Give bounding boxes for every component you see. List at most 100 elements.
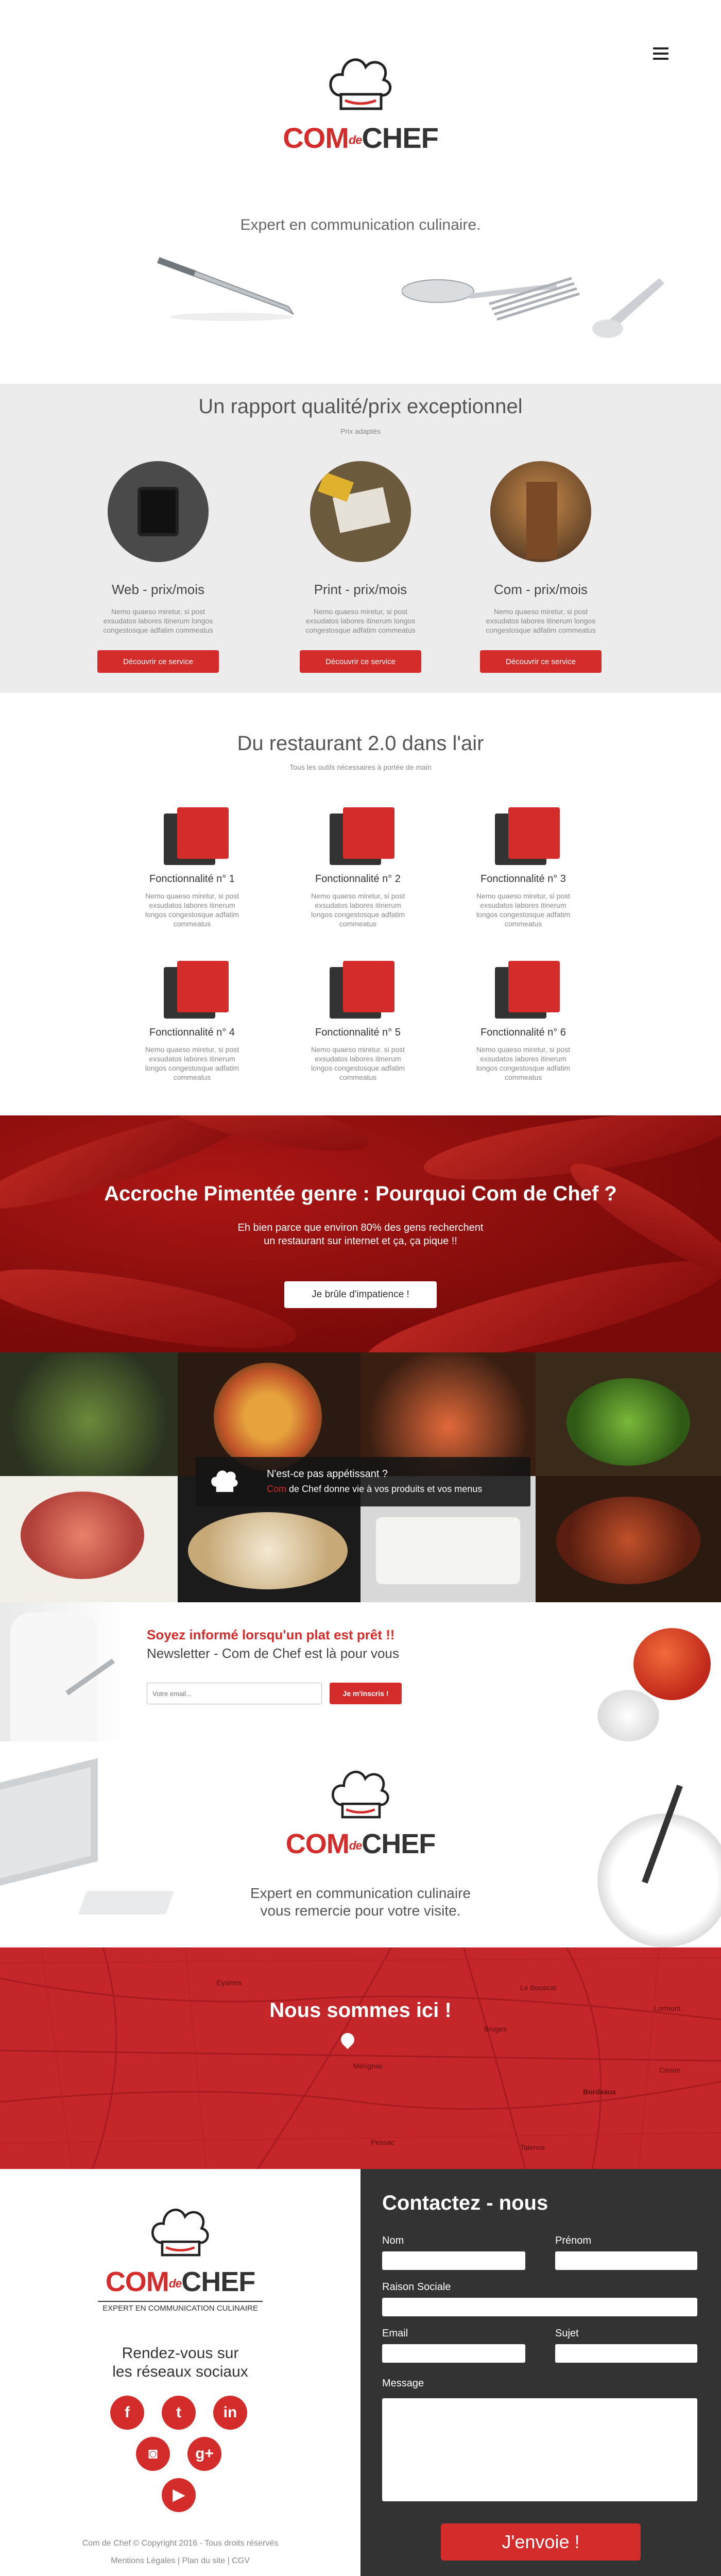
feature-description: Nemo quaeso miretur, si post exsudatos l…	[311, 1045, 405, 1081]
map-label: Mérignac	[353, 2062, 383, 2070]
prenom-field[interactable]	[555, 2251, 697, 2270]
feature-card: Fonctionnalité n° 2 Nemo quaeso miretur,…	[281, 807, 435, 928]
email-label: Email	[382, 2328, 408, 2339]
copyright-text: Com de Chef © Copyright 2016 - Tous droi…	[82, 2539, 279, 2548]
feature-icon	[324, 961, 394, 1019]
feature-icon	[159, 961, 229, 1019]
twitter-icon[interactable]: t	[162, 2396, 196, 2430]
section-title: Un rapport qualité/prix exceptionnel	[198, 395, 523, 418]
thanks-section: COMdeCHEF Expert en communication culina…	[0, 1741, 721, 1947]
google-plus-icon[interactable]: g+	[187, 2437, 221, 2471]
map-label: Pessac	[371, 2138, 394, 2146]
map-label: Cenon	[659, 2066, 681, 2074]
header: COMdeCHEF Expert en communication culina…	[0, 0, 721, 386]
tomato-photo	[597, 1613, 721, 1741]
send-button[interactable]: J'envoie !	[441, 2523, 641, 2561]
feature-description: Nemo quaeso miretur, si post exsudatos l…	[145, 892, 239, 928]
chili-banner: Accroche Pimentée genre : Pourquoi Com d…	[0, 1115, 721, 1352]
map-label: Le Bouscat	[520, 1984, 557, 1992]
plate-image	[582, 1784, 721, 1947]
map-label: Bordeaux	[583, 2088, 616, 2096]
logo[interactable]: COMdeCHEF EXPERT EN COMMUNICATION CULINA…	[98, 2200, 263, 2324]
newsletter-section: Soyez informé lorsqu'un plat est prêt !!…	[0, 1602, 721, 1741]
feature-title: Fonctionnalité n° 3	[480, 873, 566, 885]
chef-hat-icon	[211, 1470, 238, 1492]
newsletter-subtitle: Newsletter - Com de Chef est là pour vou…	[147, 1646, 399, 1661]
instagram-icon[interactable]: ◙	[136, 2437, 170, 2471]
feature-title: Fonctionnalité n° 2	[315, 873, 401, 885]
map-label: Talence	[520, 2143, 545, 2151]
raison-sociale-field[interactable]	[382, 2298, 697, 2316]
discover-service-button[interactable]: Découvrir ce service	[480, 650, 602, 673]
map-label: Lormont	[654, 2004, 681, 2012]
feature-description: Nemo quaeso miretur, si post exsudatos l…	[311, 892, 405, 928]
service-description: Nemo quaeso miretur, si post exsudatos l…	[486, 607, 596, 634]
newsletter-subscribe-button[interactable]: Je m'inscris !	[330, 1683, 402, 1704]
message-label: Message	[382, 2378, 424, 2389]
service-title: Web - prix/mois	[111, 582, 205, 597]
logo[interactable]: COMdeCHEF	[278, 49, 443, 162]
logo-tagline: EXPERT EN COMMUNICATION CULINAIRE	[98, 2301, 263, 2313]
service-card: Print - prix/mois Nemo quaeso miretur, s…	[283, 461, 438, 673]
prenom-label: Prénom	[555, 2235, 592, 2246]
food-photo	[0, 1476, 178, 1602]
feature-card: Fonctionnalité n° 5 Nemo quaeso miretur,…	[281, 961, 435, 1082]
hero-text: Eh bien parce que environ 80% des gens r…	[237, 1222, 484, 1247]
newsletter-title: Soyez informé lorsqu'un plat est prêt !!	[147, 1627, 395, 1642]
newsletter-email-input[interactable]	[147, 1683, 322, 1704]
feature-icon	[159, 807, 229, 865]
youtube-icon[interactable]: ▶	[162, 2478, 196, 2512]
hero-title: Accroche Pimentée genre : Pourquoi Com d…	[104, 1182, 617, 1205]
chef-hat-icon	[151, 2208, 209, 2257]
food-overlay-caption: N'est-ce pas appétissant ? Com de Chef d…	[196, 1457, 530, 1506]
feature-title: Fonctionnalité n° 6	[480, 1027, 566, 1038]
map-title: Nous sommes ici !	[269, 1999, 452, 2022]
logo-text: COMdeCHEF	[105, 2266, 255, 2297]
feature-card: Fonctionnalité n° 3 Nemo quaeso miretur,…	[446, 807, 600, 928]
food-photo	[536, 1476, 721, 1602]
legal-links[interactable]: Mentions Légales | Plan du site | CGV	[0, 2556, 360, 2566]
chef-hat-icon	[329, 58, 392, 110]
service-card: Web - prix/mois Nemo quaeso miretur, si …	[81, 461, 235, 673]
logo-text: COMdeCHEF	[283, 122, 439, 154]
web-service-image	[108, 461, 209, 562]
pen-image	[157, 257, 294, 321]
discover-service-button[interactable]: Découvrir ce service	[300, 650, 421, 673]
feature-card: Fonctionnalité n° 6 Nemo quaeso miretur,…	[446, 961, 600, 1082]
service-title: Com - prix/mois	[493, 582, 588, 597]
feature-title: Fonctionnalité n° 5	[315, 1027, 401, 1038]
logo[interactable]: COMdeCHEF	[278, 1762, 443, 1875]
overlay-title: N'est-ce pas appétissant ?	[267, 1468, 388, 1480]
message-field[interactable]	[382, 2398, 697, 2501]
feature-description: Nemo quaeso miretur, si post exsudatos l…	[476, 1045, 571, 1081]
linkedin-icon[interactable]: in	[213, 2396, 247, 2430]
feature-description: Nemo quaeso miretur, si post exsudatos l…	[476, 892, 571, 928]
nom-field[interactable]	[382, 2251, 525, 2270]
cutlery-image	[402, 277, 664, 338]
service-description: Nemo quaeso miretur, si post exsudatos l…	[103, 607, 213, 634]
service-title: Print - prix/mois	[314, 582, 407, 597]
hamburger-menu-icon[interactable]	[653, 47, 668, 60]
map-roads	[0, 1947, 721, 2169]
sujet-field[interactable]	[555, 2344, 697, 2363]
food-photo	[536, 1352, 721, 1476]
feature-title: Fonctionnalité n° 1	[149, 873, 235, 885]
overlay-text: Com de Chef donne vie à vos produits et …	[267, 1484, 483, 1494]
feature-icon	[490, 961, 560, 1019]
hero-cta-button[interactable]: Je brûle d'impatience !	[284, 1281, 437, 1308]
pricing-section: Un rapport qualité/prix exceptionnel Pri…	[0, 384, 721, 693]
feature-icon	[490, 807, 560, 865]
contact-title: Contactez - nous	[382, 2192, 548, 2214]
map-label: Bruges	[484, 2025, 507, 2033]
feature-card: Fonctionnalité n° 4 Nemo quaeso miretur,…	[115, 961, 269, 1082]
map-section: Nous sommes ici ! Mérignac Bordeaux Le B…	[0, 1947, 721, 2169]
feature-description: Nemo quaeso miretur, si post exsudatos l…	[145, 1045, 239, 1081]
section-subtitle: Prix adaptés	[340, 427, 381, 435]
nom-label: Nom	[382, 2235, 404, 2246]
feature-icon	[324, 807, 394, 865]
email-field[interactable]	[382, 2344, 525, 2363]
chef-photo	[0, 1602, 124, 1741]
com-service-image	[490, 461, 591, 562]
discover-service-button[interactable]: Découvrir ce service	[97, 650, 219, 673]
facebook-icon[interactable]: f	[110, 2396, 144, 2430]
